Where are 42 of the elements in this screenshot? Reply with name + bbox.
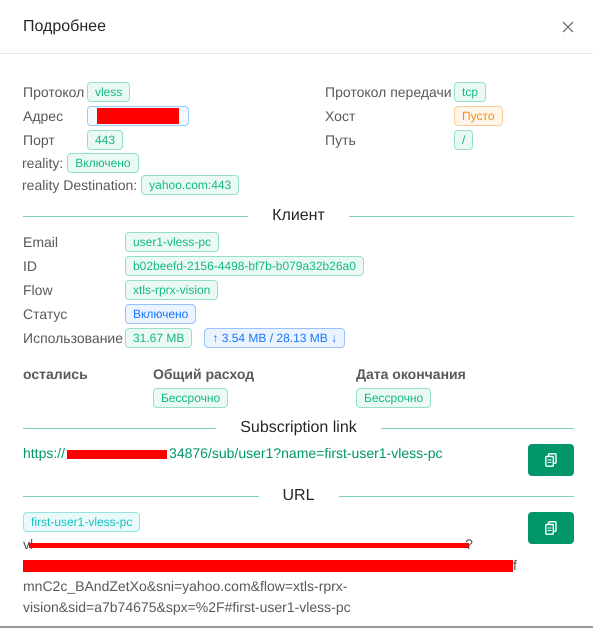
column-heading: остались: [23, 365, 88, 384]
field-label: Flow: [23, 282, 54, 298]
tag: yahoo.com:443: [141, 175, 240, 195]
copy-button[interactable]: [528, 444, 574, 476]
tag: user1-vless-pc: [125, 232, 220, 252]
field-label: reality Destination:: [22, 177, 138, 193]
close-icon: [562, 20, 574, 32]
tag: Включено: [67, 153, 139, 173]
tag: tcp: [454, 82, 486, 102]
tag: Бессрочно: [356, 388, 432, 408]
field-label: Путь: [325, 132, 357, 148]
field-label: ID: [23, 258, 38, 274]
tag: 443: [87, 130, 124, 150]
copy-icon: [545, 453, 557, 467]
field-label: reality:: [22, 155, 64, 171]
subscription-link[interactable]: https:// 34876/sub/user1?name=first-user1-vless-pc: [23, 442, 518, 464]
section-title: Клиент: [272, 207, 325, 225]
field-label: Использование: [23, 330, 124, 346]
dialog-title: Подробнее: [23, 18, 106, 36]
column-heading: Дата окончания: [356, 365, 466, 384]
field-label: Email: [23, 234, 60, 250]
tag: b02beefd-2156-4498-bf7b-b079a32b26a0: [125, 256, 364, 276]
field-label: Порт: [23, 132, 56, 148]
copy-button[interactable]: [528, 512, 574, 544]
tag: ↑ 3.54 MB / 28.13 MB ↓: [204, 328, 346, 348]
field-label: Протокол передачи: [325, 84, 453, 100]
column-heading: Общий расход: [153, 365, 254, 384]
field-label: Адрес: [23, 108, 64, 124]
field-label: Хост: [325, 108, 356, 124]
field-label: Статус: [23, 306, 68, 322]
copy-icon: [545, 521, 557, 535]
tag: Бессрочно: [153, 388, 228, 408]
section-title: Subscription link: [240, 419, 357, 437]
tag: first-user1-vless-pc: [23, 512, 140, 532]
tag: Пусто: [454, 106, 503, 126]
tag: 31.67 MB: [125, 328, 192, 348]
section-title: URL: [282, 487, 315, 505]
tag: /: [454, 130, 474, 150]
tag: Включено: [125, 304, 196, 324]
tag: xtls-rprx-vision: [125, 280, 218, 300]
field-label: Протокол: [23, 84, 86, 100]
tag: vless: [87, 82, 130, 102]
